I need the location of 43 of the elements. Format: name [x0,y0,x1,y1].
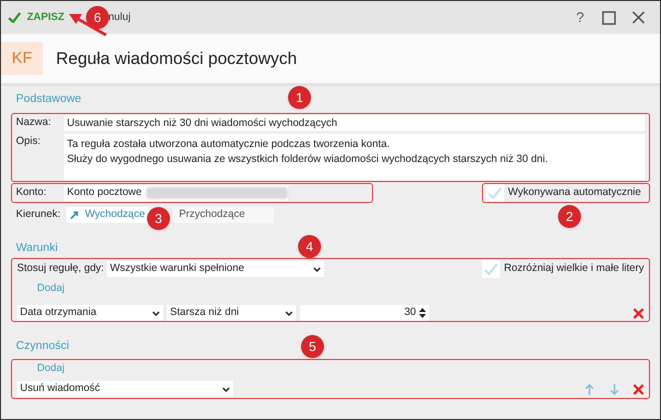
chevron-down-icon [222,386,230,392]
section-heading: Podstawowe [16,92,82,107]
checkmark-icon [484,263,498,275]
section-heading: Czynności [16,339,70,354]
checkmark-icon [488,187,502,199]
checkbox-label: Wykonywana automatycznie [508,185,641,200]
checkbox-label: Rozróżniaj wielkie i małe litery [504,261,644,276]
operator-dropdown[interactable]: Starsza niż dni [167,305,296,321]
number-field[interactable]: 30 [300,305,429,321]
app-badge: KF [1,42,43,75]
delete-icon[interactable] [633,384,644,394]
spinner-icon [419,308,426,318]
name-field[interactable]: Usuwanie starszych niż 30 dni wiadomości wychodzących [64,115,645,131]
annotation-marker: 5 [301,335,324,358]
field-label: Kierunek: [16,207,62,222]
chevron-down-icon [312,266,321,272]
cancel-button[interactable]: nuluj [108,10,131,26]
close-icon[interactable] [632,11,645,24]
field-label: Nazwa: [16,115,52,130]
field-label: Opis: [16,134,42,149]
chevron-down-icon [152,310,160,316]
section-heading: Warunki [16,241,58,256]
action-dropdown[interactable]: Usuń wiadomość [17,381,233,397]
annotation-marker: 4 [298,235,321,258]
chevron-down-icon [285,310,293,316]
field-label: Stosuj regułę, gdy: [17,261,104,276]
field-dropdown[interactable]: Data otrzymania [17,305,163,321]
annotation-marker: 3 [147,207,170,230]
delete-icon[interactable] [633,308,644,318]
window-title: Reguła wiadomości pocztowych [56,48,297,70]
help-button[interactable]: ? [576,7,584,28]
checkbox[interactable] [482,260,500,278]
annotation-marker: 1 [288,86,311,109]
checkmark-icon [8,12,21,23]
rule-mode-dropdown[interactable]: Wszystkie warunki spełnione [106,261,324,277]
checkbox[interactable] [486,184,504,202]
description-field[interactable]: Ta reguła została utworzona automatycznie podczas tworzenia konta. Służy do wygodnego usuwania ze wszystkich folderów wiadomości wychodzących starszych niż 30 dni. [64,134,645,180]
arrow-icon [70,210,79,220]
direction-tab[interactable]: Wychodzące [66,207,149,223]
direction-tab[interactable]: Przychodzące [173,207,274,223]
annotation-marker: 2 [558,205,581,228]
annotation-arrow [68,11,108,37]
maximize-icon[interactable] [602,10,616,24]
